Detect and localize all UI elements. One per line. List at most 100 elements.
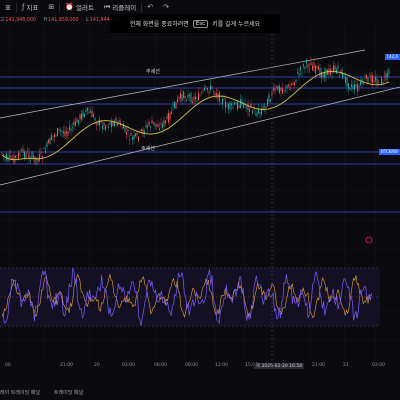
candle-body: [331, 72, 333, 74]
candle-body: [130, 132, 132, 136]
candle-body: [213, 90, 214, 92]
candle-body: [330, 69, 331, 75]
candle-body: [57, 128, 58, 137]
candle-body: [319, 68, 321, 77]
candle-body: [276, 87, 277, 88]
candle-body: [379, 76, 381, 78]
candle-body: [66, 131, 67, 134]
candle-body: [318, 66, 319, 70]
candle-body: [162, 123, 163, 129]
candle-body: [181, 94, 183, 102]
candle-body: [327, 69, 328, 75]
candle-body: [259, 111, 261, 114]
candle-body: [102, 126, 103, 130]
candle-body: [354, 84, 355, 91]
candle-body: [316, 66, 318, 68]
candle-body: [301, 71, 303, 73]
candle-body: [129, 138, 130, 140]
candle-body: [25, 153, 27, 158]
candle-body: [168, 112, 169, 123]
candle-body: [366, 74, 367, 79]
candle-body: [385, 73, 387, 80]
candle-body: [106, 125, 108, 126]
candle-body: [292, 82, 294, 85]
tab-trading-panel[interactable]: 트레이딩 패널: [54, 389, 83, 396]
price-tag-top: 142,0: [384, 54, 400, 60]
candle-body: [94, 118, 96, 121]
candle-body: [61, 130, 63, 132]
candle-body: [10, 155, 12, 160]
candle-body: [165, 120, 166, 124]
candle-body: [1, 152, 3, 154]
candle-body: [355, 84, 357, 87]
candle-body: [123, 123, 124, 129]
candle-body: [109, 122, 111, 125]
candle-body: [180, 93, 181, 99]
candle-body: [369, 74, 370, 76]
candle-body: [280, 88, 282, 91]
candle-body: [304, 66, 306, 70]
time-tick: 00: [5, 363, 11, 368]
candle-body: [229, 102, 231, 110]
candle-body: [190, 92, 192, 103]
candle-body: [43, 147, 45, 150]
time-tick: 12:00: [215, 363, 228, 368]
candle-body: [228, 103, 229, 110]
candle-body: [163, 120, 165, 127]
candle-body: [111, 121, 112, 128]
candle-body: [201, 92, 202, 94]
candle-body: [84, 113, 85, 117]
candle-body: [381, 77, 382, 85]
candle-body: [178, 96, 180, 100]
candle-body: [141, 129, 142, 132]
price-chart[interactable]: 추세선 추세선: [0, 0, 400, 384]
candle-body: [78, 119, 79, 125]
candle-body: [157, 124, 159, 127]
candle-body: [138, 136, 139, 141]
candle-body: [322, 73, 324, 77]
price-tag-current: BTCKRW: [379, 149, 400, 155]
candle-body: [198, 92, 199, 101]
candle-body: [343, 74, 345, 76]
candle-body: [189, 94, 190, 97]
time-tick: 06:00: [154, 363, 167, 368]
candle-body: [282, 88, 283, 94]
candle-body: [145, 125, 147, 128]
candle-body: [298, 73, 300, 76]
candle-body: [307, 64, 309, 68]
candle-body: [372, 75, 373, 83]
tab-replay-trading[interactable]: 레이 트레이딩 패널: [0, 389, 40, 396]
candle-body: [238, 105, 240, 108]
candle-body: [87, 107, 88, 111]
candle-body: [195, 96, 196, 100]
candle-body: [297, 72, 298, 74]
candle-body: [15, 155, 16, 158]
candle-body: [58, 128, 60, 130]
candle-body: [235, 103, 237, 105]
candle-body: [183, 91, 184, 99]
time-axis[interactable]: 00 21:00 20 03:00 06:00 09:00 12:00 15:0…: [0, 360, 400, 372]
candle-body: [148, 121, 150, 126]
toast-text-after: 키를 길게 누르세요: [212, 21, 261, 28]
candle-body: [46, 142, 48, 147]
candle-body: [96, 123, 97, 125]
candle-body: [85, 109, 87, 113]
time-tick: 03:00: [122, 363, 135, 368]
candle-body: [171, 111, 172, 114]
candle-body: [346, 77, 348, 87]
candle-body: [294, 82, 295, 86]
candle-body: [19, 153, 21, 156]
candle-body: [252, 110, 253, 114]
candle-body: [81, 113, 82, 120]
candle-body: [9, 155, 10, 157]
candle-body: [375, 76, 376, 81]
candle-body: [27, 151, 28, 153]
candle-body: [174, 101, 175, 109]
candle-body: [370, 75, 372, 82]
candle-body: [30, 159, 31, 161]
candle-body: [219, 91, 220, 102]
candle-body: [33, 155, 34, 158]
candle-body: [274, 88, 276, 92]
candle-body: [136, 133, 138, 136]
candle-body: [241, 99, 243, 103]
